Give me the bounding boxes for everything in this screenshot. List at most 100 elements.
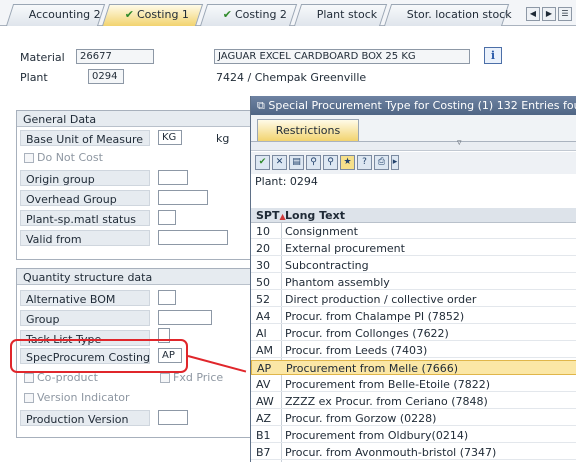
spt-long-text: Consignment [285,225,358,238]
list-item[interactable]: A4 Procur. from Chalampe PI (7852) [251,309,576,324]
new-list-icon[interactable]: ▤ [289,155,304,170]
list-item[interactable]: B1 Procurement from Oldbury(0214) [251,428,576,443]
tab-strip: Accounting 2 ✔ Costing 1 ✔ Costing 2 Plant… [0,0,576,26]
spt-long-text: ZZZZ ex Procur. from Ceriano (7848) [285,395,488,408]
spt-long-text: Procur. from Avonmouth-bristol (7347) [285,446,497,459]
spt-long-text: Procur. from Collonges (7622) [285,327,449,340]
help-icon[interactable]: ? [357,155,372,170]
spt-long-text: Procur. from Gorzow (0228) [285,412,437,425]
overhead-group-label: Overhead Group [20,190,150,206]
cancel-icon[interactable]: ✕ [272,155,287,170]
list-item[interactable]: 20 External procurement [251,241,576,256]
spt-code: AV [256,378,271,391]
do-not-cost-checkbox[interactable] [24,153,34,163]
popup-title-bar: ⧉ Special Procurement Type for Costing (… [251,96,576,115]
favorites-icon[interactable]: ★ [340,155,355,170]
co-product-checkbox[interactable] [24,373,34,383]
list-item[interactable]: AV Procurement from Belle-Etoile (7822) [251,377,576,392]
overhead-group-field[interactable] [158,190,208,205]
origin-group-label: Origin group [20,170,150,186]
base-uom-field[interactable]: KG [158,130,182,145]
production-version-field[interactable] [158,410,188,425]
value-help-popup: ⧉ Special Procurement Type for Costing (… [250,96,576,462]
col-spt-header[interactable]: SPT▲ [256,209,286,222]
list-item[interactable]: 30 Subcontracting [251,258,576,273]
plant-description: 7424 / Chempak Greenville [216,71,367,84]
tab-first-icon[interactable]: ◀ [526,7,540,21]
check-icon: ✔ [124,8,134,21]
spt-code: AI [256,327,267,340]
confirm-icon[interactable]: ✔ [255,155,270,170]
spt-code: 30 [256,259,270,272]
spt-code: 20 [256,242,270,255]
table-header: SPT▲ Long Text [251,208,576,223]
spt-code: 50 [256,276,270,289]
print-icon[interactable]: ⎙ [374,155,389,170]
tab-next-icon[interactable]: ▶ [542,7,556,21]
find-next-icon[interactable]: ⚲ [323,155,338,170]
find-icon[interactable]: ⚲ [306,155,321,170]
tab-costing-1[interactable]: ✔ Costing 1 [102,4,204,26]
list-item[interactable]: B7 Procur. from Avonmouth-bristol (7347) [251,445,576,460]
spt-long-text: Procurement from Melle (7666) [286,362,459,375]
material-description: JAGUAR EXCEL CARDBOARD BOX 25 KG [214,49,470,64]
list-item[interactable]: 50 Phantom assembly [251,275,576,290]
spt-long-text: Procurement from Oldbury(0214) [285,429,469,442]
list-item[interactable]: AP Procurement from Melle (7666) [251,360,576,375]
tab-restrictions[interactable]: Restrictions [257,119,359,141]
restrictions-area: ▿ [251,138,576,151]
spt-long-text: Procurement from Belle-Etoile (7822) [285,378,490,391]
alt-bom-label: Alternative BOM [20,290,150,306]
version-indicator-label: Version Indicator [37,391,130,404]
more-icon[interactable]: ▸ [391,155,399,170]
quantity-structure-title: Quantity structure data [17,269,253,285]
highlight-box [10,339,188,373]
tab-plant-stock[interactable]: Plant stock [294,4,388,26]
base-uom-label: Base Unit of Measure [20,130,150,146]
base-uom-text: kg [216,132,230,145]
plant-status-field[interactable] [158,210,176,225]
expand-arrow-icon[interactable]: ▿ [457,138,462,148]
plant-field[interactable]: 0294 [88,69,124,84]
group-label: Group [20,310,150,326]
spt-code: 52 [256,293,270,306]
valid-from-field[interactable] [158,230,228,245]
spt-long-text: Procur. from Leeds (7403) [285,344,428,357]
material-field[interactable]: 26677 [76,49,154,64]
alt-bom-field[interactable] [158,290,176,305]
popup-plant-label: Plant: 0294 [255,175,318,188]
spt-code: B1 [256,429,271,442]
do-not-cost-label: Do Not Cost [37,151,103,164]
check-icon: ✔ [222,8,232,21]
list-item[interactable]: AM Procur. from Leeds (7403) [251,343,576,358]
fxd-price-checkbox[interactable] [160,373,170,383]
spt-code: AP [257,362,272,375]
popup-window-icon: ⧉ [257,99,269,112]
origin-group-field[interactable] [158,170,188,185]
tab-accounting-2[interactable]: Accounting 2 [6,4,106,26]
info-icon[interactable]: i [484,47,502,64]
list-item[interactable]: AW ZZZZ ex Procur. from Ceriano (7848) [251,394,576,409]
spt-long-text: Phantom assembly [285,276,390,289]
tab-stor-location-stock[interactable]: Stor. location stock [384,4,512,26]
general-data-title: General Data [17,111,253,127]
spt-code: A4 [256,310,271,323]
spt-long-text: Subcontracting [285,259,369,272]
tab-list-icon[interactable]: ☰ [558,7,572,21]
spt-long-text: Procur. from Chalampe PI (7852) [285,310,465,323]
group-field[interactable] [158,310,212,325]
plant-label: Plant [20,71,48,84]
col-long-text-header[interactable]: Long Text [285,209,345,222]
spt-long-text: External procurement [285,242,405,255]
spt-code: AZ [256,412,272,425]
popup-toolbar: ✔ ✕ ▤ ⚲ ⚲ ★ ? ⎙ ▸ [251,152,576,174]
list-item[interactable]: AI Procur. from Collonges (7622) [251,326,576,341]
plant-status-label: Plant-sp.matl status [20,210,150,226]
popup-tab-strip: Restrictions [251,115,576,142]
list-item[interactable]: 10 Consignment [251,224,576,239]
tab-costing-2[interactable]: ✔ Costing 2 [200,4,298,26]
version-indicator-checkbox[interactable] [24,393,34,403]
spt-code: B7 [256,446,271,459]
list-item[interactable]: 52 Direct production / collective order [251,292,576,307]
list-item[interactable]: AZ Procur. from Gorzow (0228) [251,411,576,426]
